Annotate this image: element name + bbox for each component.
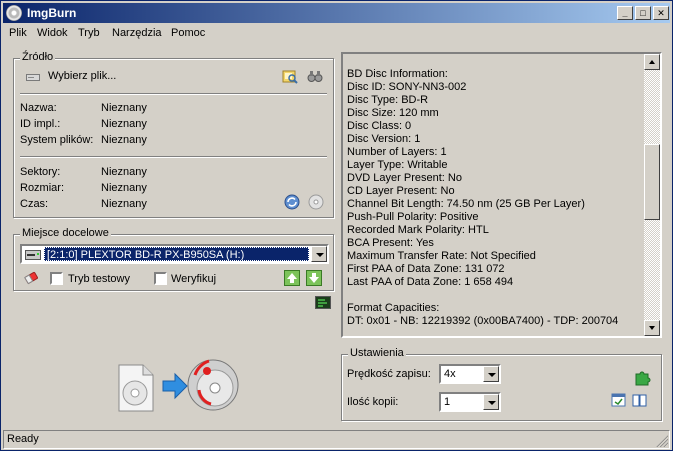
- write-speed-label: Prędkość zapisu:: [347, 368, 431, 380]
- scroll-thumb[interactable]: [644, 144, 660, 220]
- minimize-button[interactable]: _: [617, 6, 633, 20]
- write-speed-select[interactable]: 4x: [439, 364, 501, 384]
- puzzle-icon[interactable]: [633, 368, 651, 389]
- disc-info-text: BD Disc Information: Disc ID: SONY-NN3-00…: [347, 68, 643, 328]
- menu-plik[interactable]: Plik: [9, 27, 27, 39]
- verify-label: Weryfikuj: [171, 273, 217, 285]
- log-window-icon[interactable]: [315, 296, 331, 313]
- test-mode-label: Tryb testowy: [68, 273, 130, 285]
- disc-info-line: Push-Pull Polarity: Positive: [347, 211, 479, 223]
- binoculars-icon[interactable]: [307, 68, 323, 87]
- info-scrollbar[interactable]: [644, 54, 660, 336]
- source-separator-2: [20, 156, 327, 158]
- refresh-icon[interactable]: [284, 194, 300, 213]
- destination-group-title: Miejsce docelowe: [20, 227, 111, 239]
- impl-id-value: Nieznany: [101, 118, 147, 130]
- disc-info-line: Recorded Mark Polarity: HTL: [347, 224, 489, 236]
- disc-info-line: Last PAA of Data Zone: 1 658 494: [347, 276, 514, 288]
- menu-narzedzia[interactable]: Narzędzia: [112, 27, 162, 39]
- time-value: Nieznany: [101, 198, 147, 210]
- settings-group: Ustawienia Prędkość zapisu: 4x Ilość kop…: [341, 347, 662, 421]
- disc-info-line: Disc Class: 0: [347, 120, 412, 132]
- drive-select[interactable]: [2:1:0] PLEXTOR BD-R PX-B950SA (H:): [20, 244, 329, 264]
- disc-info-line: Format Capacities:: [347, 302, 440, 314]
- menu-widok[interactable]: Widok: [37, 27, 68, 39]
- menu-bar: Plik Widok Tryb Narzędzia Pomoc: [3, 24, 670, 43]
- browse-file-link[interactable]: Wybierz plik...: [48, 70, 116, 82]
- disc-info-line: Layer Type: Writable: [347, 159, 448, 171]
- scroll-down-button[interactable]: [644, 320, 660, 336]
- disc-info-line: Disc Size: 120 mm: [347, 107, 439, 119]
- disc-info-line: [347, 289, 643, 302]
- calendar-check-icon[interactable]: [611, 392, 627, 411]
- menu-tryb[interactable]: Tryb: [78, 27, 100, 39]
- source-group-title: Źródło: [20, 51, 56, 63]
- disc-info-line: Channel Bit Length: 74.50 nm (25 GB Per …: [347, 198, 585, 210]
- status-text: Ready: [7, 433, 39, 445]
- verify-checkbox[interactable]: [154, 272, 167, 285]
- copies-value: 1: [444, 396, 451, 408]
- drive-small-icon: [26, 72, 40, 85]
- book-icon[interactable]: [632, 392, 648, 411]
- test-mode-checkbox[interactable]: [50, 272, 63, 285]
- disc-info-line: DVD Layer Present: No: [347, 172, 462, 184]
- scroll-up-button[interactable]: [644, 54, 660, 70]
- sectors-value: Nieznany: [101, 166, 147, 178]
- maximize-button[interactable]: □: [635, 6, 651, 20]
- source-separator-1: [20, 93, 327, 95]
- write-speed-value: 4x: [444, 368, 456, 380]
- size-value: Nieznany: [101, 182, 147, 194]
- drive-dropdown-arrow[interactable]: [311, 246, 327, 262]
- size-label: Rozmiar:: [20, 182, 65, 194]
- disc-info-line: DT: 0x01 - NB: 12219392 (0x00BA7400) - T…: [347, 315, 619, 327]
- disc-info-line: Maximum Transfer Rate: Not Specified: [347, 250, 536, 262]
- disc-info-line: Disc ID: SONY-NN3-002: [347, 81, 467, 93]
- disc-info-line: First PAA of Data Zone: 131 072: [347, 263, 505, 275]
- time-label: Czas:: [20, 198, 49, 210]
- disc-app-icon: [6, 5, 22, 21]
- name-value: Nieznany: [101, 102, 147, 114]
- write-speed-dropdown-arrow[interactable]: [483, 366, 499, 382]
- disc-info-line: Number of Layers: 1: [347, 146, 447, 158]
- filesystem-value: Nieznany: [101, 134, 147, 146]
- down-arrow-icon[interactable]: [306, 270, 322, 289]
- copies-dropdown-arrow[interactable]: [483, 394, 499, 410]
- copies-label: Ilość kopii:: [347, 396, 399, 408]
- menu-pomoc[interactable]: Pomoc: [171, 27, 205, 39]
- optical-drive-icon: [25, 248, 41, 265]
- disc-info-line: BD Disc Information:: [347, 68, 448, 80]
- disc-info-line: BCA Present: Yes: [347, 237, 434, 249]
- filesystem-label: System plików:: [20, 134, 94, 146]
- settings-group-title: Ustawienia: [348, 347, 406, 359]
- impl-id-label: ID impl.:: [20, 118, 61, 130]
- window-title: ImgBurn: [27, 6, 77, 20]
- imgburn-window: ImgBurn _ □ ✕ Plik Widok Tryb Narzędzia …: [0, 0, 673, 451]
- disc-info-line: Disc Type: BD-R: [347, 94, 429, 106]
- disc-info-line: Disc Version: 1: [347, 133, 421, 145]
- name-label: Nazwa:: [20, 102, 57, 114]
- image-to-disc-icon: [118, 359, 239, 412]
- copies-select[interactable]: 1: [439, 392, 501, 412]
- source-group: Źródło Wybierz plik... Nazwa: Nieznany I…: [13, 51, 334, 218]
- disc-info-icon[interactable]: [308, 194, 324, 213]
- resize-grip-icon[interactable]: [656, 435, 668, 447]
- title-bar[interactable]: ImgBurn _ □ ✕: [3, 3, 670, 23]
- eraser-icon[interactable]: [24, 271, 40, 288]
- write-button[interactable]: [115, 355, 241, 413]
- up-arrow-icon[interactable]: [284, 270, 300, 289]
- drive-selected-value: [2:1:0] PLEXTOR BD-R PX-B950SA (H:): [44, 247, 309, 261]
- disc-info-panel[interactable]: BD Disc Information: Disc ID: SONY-NN3-00…: [341, 52, 662, 338]
- status-bar: Ready: [3, 430, 670, 449]
- sectors-label: Sektory:: [20, 166, 61, 178]
- browse-folder-icon[interactable]: [282, 68, 298, 87]
- destination-group: Miejsce docelowe [2:1:0] PLEXTOR BD-R PX…: [13, 227, 334, 291]
- disc-info-line: CD Layer Present: No: [347, 185, 455, 197]
- close-button[interactable]: ✕: [653, 6, 669, 20]
